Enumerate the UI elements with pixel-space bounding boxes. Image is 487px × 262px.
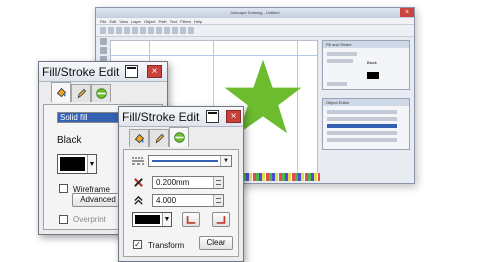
tab-stroke-style[interactable] — [91, 84, 111, 102]
toolbar-button[interactable] — [188, 27, 194, 34]
stroke-width-icon — [134, 178, 143, 187]
minimize-button[interactable] — [125, 65, 138, 78]
fill-color-swatch — [60, 157, 85, 171]
line-cap-start-icon — [186, 216, 196, 224]
advanced-button[interactable]: Advanced — [72, 193, 124, 207]
wireframe-checkbox[interactable] — [59, 184, 68, 193]
docked-panel-title: Fill and Stroke — [323, 41, 409, 48]
stroke-style-icon — [95, 88, 107, 99]
stroke-color-swatch — [135, 215, 160, 224]
page-guide — [111, 55, 317, 56]
menu-filters[interactable]: Filters — [180, 18, 191, 24]
docked-panel-title: Object Editor — [323, 99, 409, 106]
dialog-title-bar[interactable]: Fill/Stroke Edit × — [39, 62, 167, 82]
close-button[interactable]: × — [147, 65, 162, 78]
line-style-preview — [152, 160, 218, 162]
background-menu-bar: File Edit View Layer Object Path Text Fi… — [96, 18, 414, 25]
toolbar-button[interactable] — [108, 27, 114, 34]
stroke-color-button[interactable]: ▼ — [132, 212, 172, 227]
stroke-style-icon — [173, 132, 185, 143]
pencil-icon — [77, 88, 86, 99]
close-button[interactable]: × — [226, 110, 241, 123]
tool-button[interactable] — [99, 38, 107, 45]
menu-edit[interactable]: Edit — [109, 18, 116, 24]
chevron-down-icon: ▼ — [220, 156, 231, 166]
menu-view[interactable]: View — [119, 18, 128, 24]
menu-file[interactable]: File — [100, 18, 106, 24]
toolbar-button[interactable] — [100, 27, 106, 34]
dialog-title: Fill/Stroke Edit — [42, 65, 120, 79]
tab-fill[interactable] — [51, 82, 71, 102]
transform-label: Transform — [148, 241, 185, 250]
chevron-down-icon: ▼ — [162, 213, 171, 226]
menu-path[interactable]: Path — [159, 18, 167, 24]
tool-button[interactable] — [99, 47, 107, 54]
tab-stroke-paint[interactable] — [149, 129, 169, 147]
dash-pattern-icon — [132, 157, 144, 165]
toolbar-button[interactable] — [172, 27, 178, 34]
dialog-tabs — [39, 82, 167, 102]
dialog-tabs — [119, 127, 243, 147]
docked-color-label: Black — [367, 60, 377, 65]
paint-bucket-icon — [56, 87, 66, 98]
background-title-bar: Inkscape Drawing - Untitled × — [96, 8, 414, 18]
object-editor-docked-panel: Object Editor — [322, 98, 410, 150]
tab-stroke-style[interactable] — [169, 127, 189, 147]
stroke-width-input[interactable]: 0.200mm — [152, 176, 224, 189]
transform-checkbox[interactable]: ✓ — [133, 240, 142, 249]
paint-bucket-icon — [134, 133, 144, 144]
toolbar-button[interactable] — [148, 27, 154, 34]
toolbar-button[interactable] — [124, 27, 130, 34]
tab-stroke-paint[interactable] — [71, 84, 91, 102]
background-close-button[interactable]: × — [400, 8, 414, 17]
toolbar-button[interactable] — [116, 27, 122, 34]
stroke-width-stepper[interactable] — [213, 177, 223, 188]
overprint-label: Overprint — [73, 215, 106, 224]
end-cap-button[interactable] — [212, 212, 230, 227]
pencil-icon — [155, 133, 164, 144]
miter-limit-icon — [134, 195, 143, 205]
fill-color-button[interactable]: ▼ — [57, 154, 97, 174]
menu-help[interactable]: Help — [194, 18, 202, 24]
line-style-dropdown[interactable]: ▼ — [148, 155, 232, 167]
dialog-title-bar[interactable]: Fill/Stroke Edit × — [119, 107, 243, 127]
menu-layer[interactable]: Layer — [131, 18, 141, 24]
tab-fill[interactable] — [129, 129, 149, 147]
background-toolbar — [96, 25, 414, 37]
toolbar-button[interactable] — [164, 27, 170, 34]
toolbar-button[interactable] — [180, 27, 186, 34]
background-title: Inkscape Drawing - Untitled — [230, 10, 280, 15]
menu-text[interactable]: Text — [170, 18, 177, 24]
stroke-style-panel: ▼ 0.200mm 4.000 ▼ ✓ Transform Clear — [123, 149, 239, 257]
line-cap-end-icon — [216, 216, 226, 224]
miter-limit-stepper[interactable] — [213, 195, 223, 206]
overprint-checkbox[interactable] — [59, 215, 68, 224]
dialog-title: Fill/Stroke Edit — [122, 110, 200, 124]
fill-stroke-docked-panel: Fill and Stroke Black — [322, 40, 410, 90]
menu-object[interactable]: Object — [144, 18, 156, 24]
toolbar-button[interactable] — [132, 27, 138, 34]
start-cap-button[interactable] — [182, 212, 200, 227]
fill-stroke-dialog-front: Fill/Stroke Edit × ▼ 0.200mm 4.000 ▼ ✓ T… — [118, 106, 244, 262]
clear-button[interactable]: Clear — [199, 236, 233, 250]
toolbar-button[interactable] — [140, 27, 146, 34]
chevron-down-icon: ▼ — [87, 155, 96, 173]
miter-limit-input[interactable]: 4.000 — [152, 194, 224, 207]
toolbar-button[interactable] — [156, 27, 162, 34]
stroke-width-value: 0.200mm — [156, 178, 190, 187]
color-name-label: Black — [57, 135, 82, 146]
minimize-button[interactable] — [206, 110, 219, 123]
miter-limit-value: 4.000 — [156, 196, 177, 205]
